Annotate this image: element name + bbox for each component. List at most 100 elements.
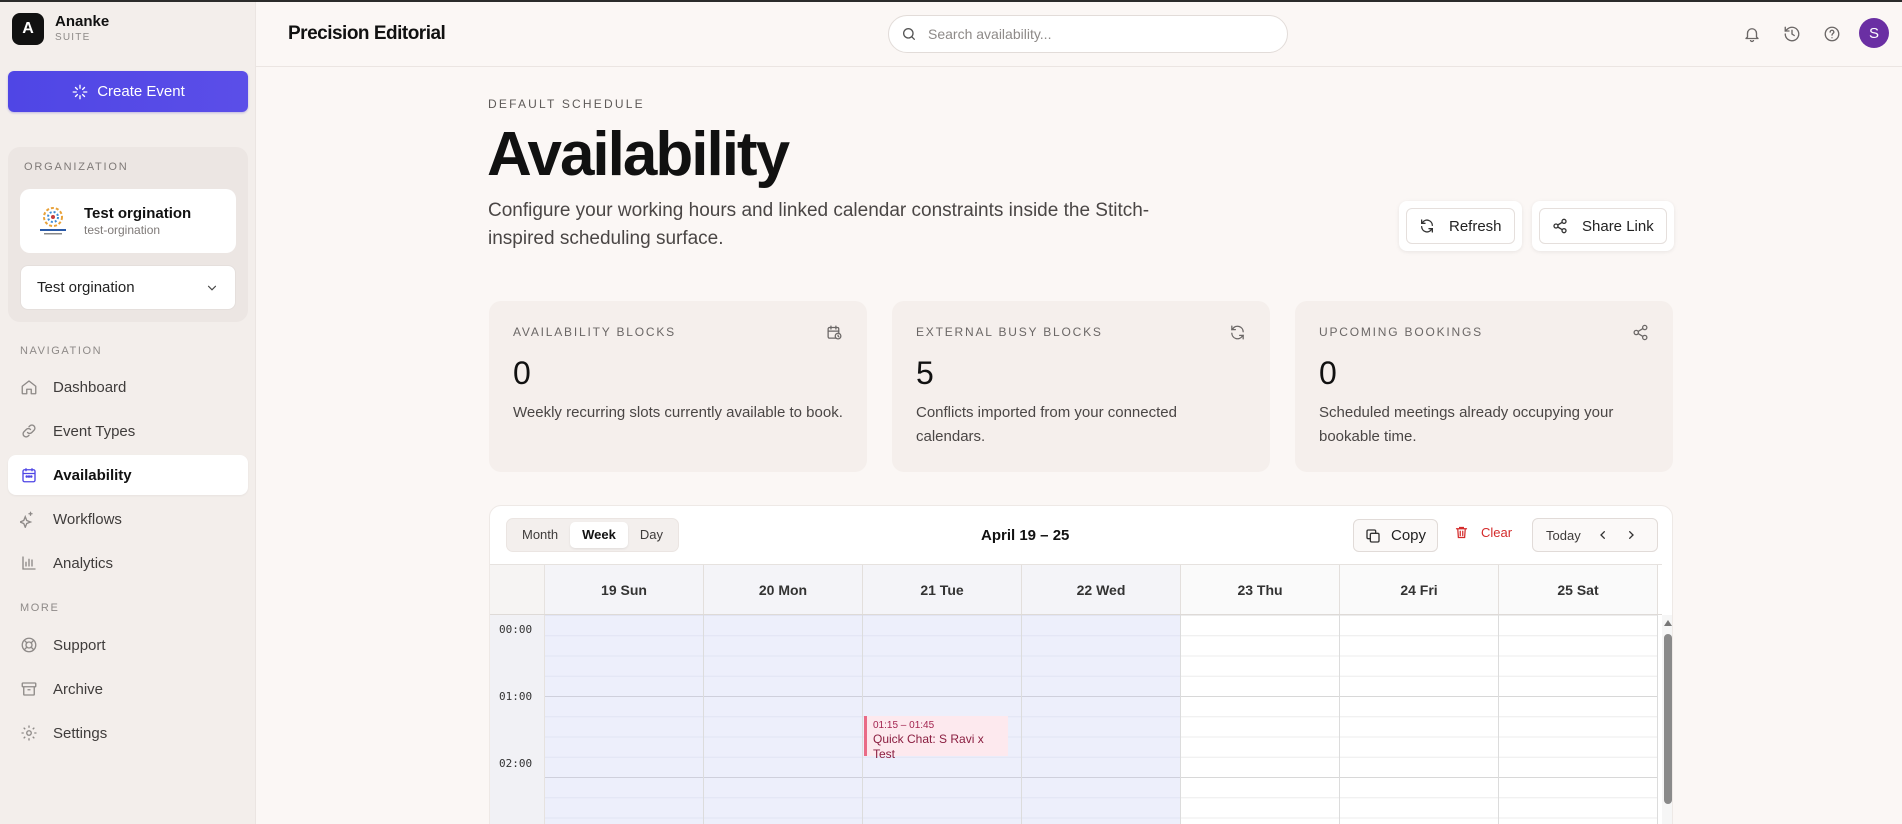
bell-icon[interactable] — [1743, 25, 1761, 43]
nav-item-workflows[interactable]: Workflows — [8, 499, 248, 539]
nav-item-event-types[interactable]: Event Types — [8, 411, 248, 451]
scroll-up-arrow-icon[interactable] — [1664, 620, 1672, 626]
nav-item-availability[interactable]: Availability — [8, 455, 248, 495]
refresh-icon — [1229, 324, 1246, 341]
view-tab-day[interactable]: Day — [628, 522, 675, 548]
scrollbar-thumb[interactable] — [1664, 634, 1672, 804]
nav-item-archive[interactable]: Archive — [8, 669, 248, 709]
day-column[interactable]: 01:15 – 01:45 Quick Chat: S Ravi x Test — [863, 615, 1022, 824]
refresh-icon — [1419, 218, 1435, 234]
brand[interactable]: A Ananke SUITE — [12, 13, 109, 45]
copy-icon — [1365, 528, 1381, 544]
event-title: Quick Chat: S Ravi x Test — [873, 732, 984, 761]
copy-label: Copy — [1390, 527, 1427, 544]
nav-item-label: Archive — [53, 680, 104, 698]
organization-info[interactable]: Test orgination test-orgination — [20, 189, 236, 253]
refresh-button-wrapper: Refresh — [1399, 201, 1522, 251]
history-icon[interactable] — [1783, 25, 1801, 43]
clear-button[interactable]: Clear — [1454, 525, 1512, 540]
nav-item-label: Event Types — [53, 422, 136, 440]
stat-description: Weekly recurring slots currently availab… — [513, 404, 843, 421]
calendar-toolbar: Month Week Day April 19 – 25 Copy Clear … — [490, 506, 1672, 564]
day-column[interactable] — [545, 615, 704, 824]
brand-logo: A — [12, 13, 44, 45]
event-time: 01:15 – 01:45 — [873, 720, 935, 731]
help-icon[interactable] — [1823, 25, 1841, 43]
link-icon — [20, 422, 38, 440]
day-header[interactable]: 23 Thu — [1181, 565, 1340, 614]
time-label: 02:00 — [499, 757, 533, 770]
sidebar: A Ananke SUITE Create Event ORGANIZATION — [0, 2, 256, 824]
time-gutter: 00:00 01:00 02:00 — [490, 615, 545, 824]
more-section-label: MORE — [20, 602, 60, 614]
day-header[interactable]: 19 Sun — [545, 565, 704, 614]
search-box[interactable] — [888, 15, 1288, 53]
home-icon — [20, 378, 38, 396]
nav-item-label: Dashboard — [53, 378, 127, 396]
day-header[interactable]: 25 Sat — [1499, 565, 1658, 614]
stat-card-upcoming-bookings: UPCOMING BOOKINGS 0 Scheduled meetings a… — [1295, 301, 1673, 472]
time-label: 00:00 — [499, 623, 533, 636]
nav-item-label: Settings — [53, 724, 108, 742]
day-header[interactable]: 21 Tue — [863, 565, 1022, 614]
chevron-right-icon[interactable] — [1623, 527, 1639, 543]
calendar-scrollbar[interactable] — [1662, 615, 1672, 824]
organization-section-label: ORGANIZATION — [24, 161, 129, 173]
navigation-section-label: NAVIGATION — [20, 345, 103, 357]
share-icon — [1632, 324, 1649, 341]
day-column[interactable] — [1340, 615, 1499, 824]
organization-select-value: Test orgination — [37, 279, 135, 296]
sparkle-icon — [71, 83, 89, 101]
share-link-button[interactable]: Share Link — [1539, 208, 1667, 244]
copy-button[interactable]: Copy — [1353, 519, 1438, 552]
chevron-down-icon — [205, 281, 219, 295]
stat-description: Scheduled meetings already occupying you… — [1319, 404, 1614, 445]
nav-item-analytics[interactable]: Analytics — [8, 543, 248, 583]
date-navigation: Today — [1532, 518, 1658, 552]
organization-name: Test orgination — [84, 204, 192, 222]
stat-label: AVAILABILITY BLOCKS — [513, 325, 676, 339]
organization-select[interactable]: Test orgination — [20, 265, 236, 310]
day-column[interactable] — [1499, 615, 1658, 824]
stat-card-availability-blocks: AVAILABILITY BLOCKS 0 Weekly recurring s… — [489, 301, 867, 472]
stat-value: 0 — [1319, 355, 1337, 391]
brand-name: Ananke — [55, 13, 110, 30]
search-input[interactable] — [928, 26, 1268, 42]
day-column[interactable] — [704, 615, 863, 824]
top-bar: Precision Editorial S — [256, 2, 1902, 67]
user-avatar[interactable]: S — [1859, 18, 1889, 48]
create-event-button[interactable]: Create Event — [8, 71, 248, 112]
day-header[interactable]: 20 Mon — [704, 565, 863, 614]
view-tab-month[interactable]: Month — [510, 522, 570, 548]
page-title: Availability — [487, 120, 790, 189]
day-column[interactable] — [1022, 615, 1181, 824]
today-button[interactable]: Today — [1546, 528, 1581, 543]
stat-value: 0 — [513, 355, 531, 391]
nav-item-dashboard[interactable]: Dashboard — [8, 367, 248, 407]
lifebuoy-icon — [20, 636, 38, 654]
stat-description: Conflicts imported from your connected c… — [916, 404, 1177, 445]
sparkle-icon — [20, 510, 38, 528]
create-event-label: Create Event — [97, 83, 185, 100]
nav-item-support[interactable]: Support — [8, 625, 248, 665]
stat-label: EXTERNAL BUSY BLOCKS — [916, 325, 1103, 339]
share-icon — [1552, 218, 1568, 234]
nav-item-label: Analytics — [53, 554, 114, 572]
organization-logo-icon — [36, 204, 70, 238]
page-description: Configure your working hours and linked … — [488, 200, 1150, 249]
availability-calendar: Month Week Day April 19 – 25 Copy Clear … — [489, 505, 1673, 824]
day-header[interactable]: 24 Fri — [1340, 565, 1499, 614]
nav-item-label: Workflows — [53, 510, 122, 528]
brand-subtitle: SUITE — [55, 32, 91, 43]
organization-card: ORGANIZATION Test orgination test-orgina… — [8, 147, 248, 322]
archive-icon — [20, 680, 38, 698]
chevron-left-icon[interactable] — [1595, 527, 1611, 543]
stat-card-external-busy-blocks: EXTERNAL BUSY BLOCKS 5 Conflicts importe… — [892, 301, 1270, 472]
day-header[interactable]: 22 Wed — [1022, 565, 1181, 614]
refresh-button[interactable]: Refresh — [1406, 208, 1515, 244]
nav-item-settings[interactable]: Settings — [8, 713, 248, 753]
calendar-day-headers: 19 Sun 20 Mon 21 Tue 22 Wed 23 Thu 24 Fr… — [490, 564, 1662, 615]
day-column[interactable] — [1181, 615, 1340, 824]
calendar-event[interactable]: 01:15 – 01:45 Quick Chat: S Ravi x Test — [864, 716, 1008, 761]
view-tab-week[interactable]: Week — [570, 522, 628, 548]
